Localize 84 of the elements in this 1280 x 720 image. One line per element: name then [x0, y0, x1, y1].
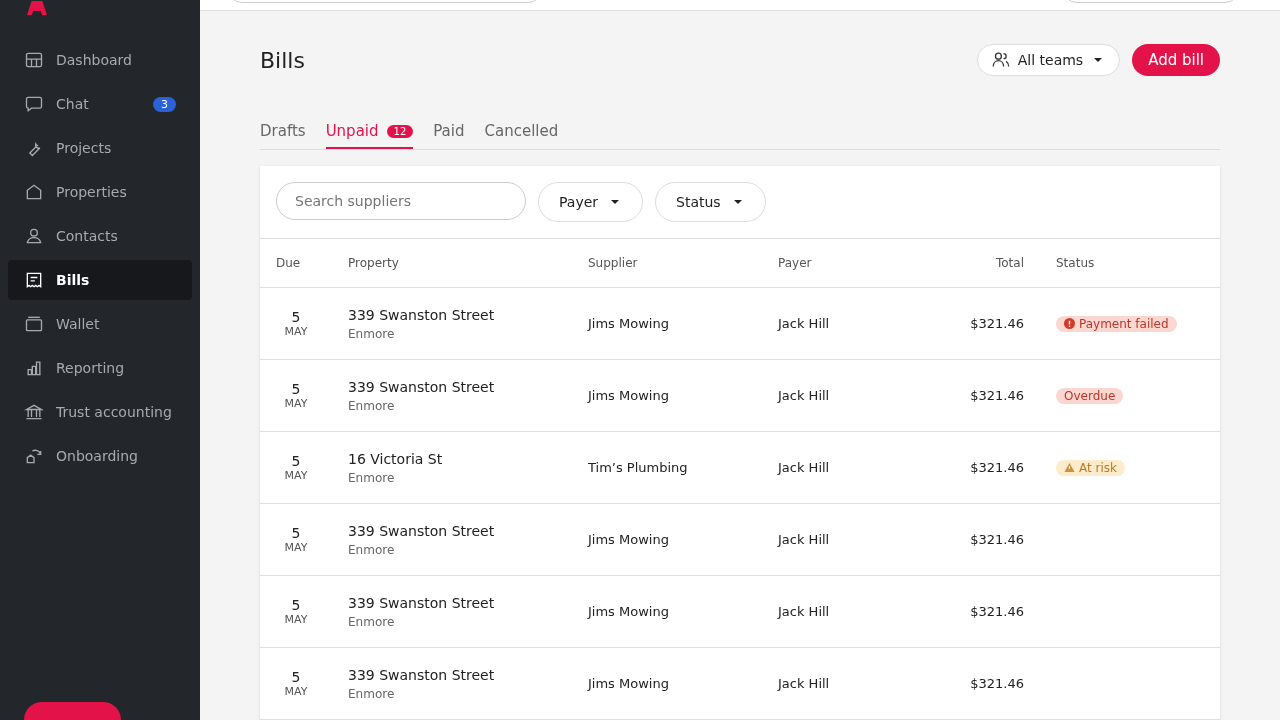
due-day: 5 — [291, 597, 301, 613]
add-bill-button[interactable]: Add bill — [1132, 44, 1220, 76]
sidebar-item[interactable]: Projects — [8, 128, 192, 168]
due-day: 5 — [291, 525, 301, 541]
count-badge: 12 — [386, 124, 414, 138]
table-cell: $321.46 — [942, 576, 1040, 648]
table-cell: Jims Mowing — [572, 504, 762, 576]
column-header: Property — [332, 239, 572, 288]
teams-dropdown[interactable]: All teams — [976, 44, 1121, 76]
table-cell: Jims Mowing — [572, 360, 762, 432]
chat-icon — [24, 94, 44, 114]
property-address: 339 Swanston Street — [348, 594, 495, 611]
bank-icon — [24, 402, 44, 422]
tab[interactable]: Unpaid 12 — [325, 114, 414, 149]
property-address: 339 Swanston Street — [348, 666, 495, 683]
due-month: MAY — [284, 613, 308, 626]
house-icon — [24, 182, 44, 202]
sidebar-item[interactable]: Trust accounting — [8, 392, 192, 432]
property-address: 339 Swanston Street — [348, 306, 495, 323]
page-title: Bills — [260, 47, 305, 73]
table-cell: $321.46 — [942, 288, 1040, 360]
due-month: MAY — [284, 325, 308, 338]
tab[interactable]: Paid — [433, 114, 465, 149]
person-icon — [24, 226, 44, 246]
table-cell: $321.46 — [942, 432, 1040, 504]
error-icon — [1064, 318, 1075, 329]
due-day: 5 — [291, 669, 301, 685]
status-badge: Payment failed — [1056, 315, 1177, 332]
status-badge: At risk — [1056, 459, 1125, 476]
due-month: MAY — [284, 397, 308, 410]
tab[interactable]: Drafts — [260, 114, 306, 149]
property-suburb: Enmore — [348, 326, 395, 341]
sidebar-item[interactable]: Dashboard — [8, 40, 192, 80]
wallet-icon — [24, 314, 44, 334]
property-address: 339 Swanston Street — [348, 522, 495, 539]
due-month: MAY — [284, 469, 308, 482]
table-cell: Jims Mowing — [572, 648, 762, 720]
table-cell: Jims Mowing — [572, 576, 762, 648]
table-cell: Jack Hill — [762, 360, 942, 432]
sidebar-item[interactable]: Wallet — [8, 304, 192, 344]
sidebar-item[interactable]: Reporting — [8, 348, 192, 388]
property-suburb: Enmore — [348, 470, 395, 485]
sidebar-item[interactable]: Onboarding — [8, 436, 192, 476]
tab[interactable]: Cancelled — [484, 114, 559, 149]
due-month: MAY — [284, 541, 308, 554]
status-badge: Overdue — [1056, 387, 1124, 404]
sidebar-item[interactable]: Bills — [8, 260, 192, 300]
column-header: Supplier — [572, 239, 762, 288]
table-cell: Tim’s Plumbing — [572, 432, 762, 504]
search-field[interactable]: Search suppliers — [276, 182, 526, 220]
table-cell: $321.46 — [942, 648, 1040, 720]
due-day: 5 — [291, 453, 301, 469]
table-cell: Jack Hill — [762, 288, 942, 360]
property-address: 16 Victoria St — [348, 450, 443, 467]
table-cell: Jack Hill — [762, 504, 942, 576]
due-day: 5 — [291, 381, 301, 397]
property-suburb: Enmore — [348, 614, 395, 629]
sidebar-item[interactable]: Properties — [8, 172, 192, 212]
table-cell: $321.46 — [942, 504, 1040, 576]
column-header: Status — [1040, 239, 1220, 288]
property-address: 339 Swanston Street — [348, 378, 495, 395]
filter-dropdown[interactable]: Status — [655, 182, 766, 222]
table-cell: Jims Mowing — [572, 288, 762, 360]
people-icon — [991, 51, 1010, 69]
sidebar-item[interactable]: Chat 3 — [8, 84, 192, 124]
table-cell: Jack Hill — [762, 576, 942, 648]
table-cell: Jack Hill — [762, 648, 942, 720]
column-header: Payer — [762, 239, 942, 288]
receipt-icon — [24, 270, 44, 290]
dashboard-icon — [24, 50, 44, 70]
table-cell: Jack Hill — [762, 432, 942, 504]
property-suburb: Enmore — [348, 398, 395, 413]
column-header: Due — [260, 239, 332, 288]
property-suburb: Enmore — [348, 542, 395, 557]
property-suburb: Enmore — [348, 686, 395, 701]
warning-icon — [1064, 462, 1075, 473]
unread-badge: 3 — [153, 96, 176, 112]
logo-icon — [27, 1, 47, 15]
column-header: Total — [942, 239, 1040, 288]
due-month: MAY — [284, 685, 308, 698]
sidebar-item[interactable]: Contacts — [8, 216, 192, 256]
due-day: 5 — [291, 309, 301, 325]
filter-dropdown[interactable]: Payer — [538, 182, 644, 222]
table-cell: $321.46 — [942, 360, 1040, 432]
